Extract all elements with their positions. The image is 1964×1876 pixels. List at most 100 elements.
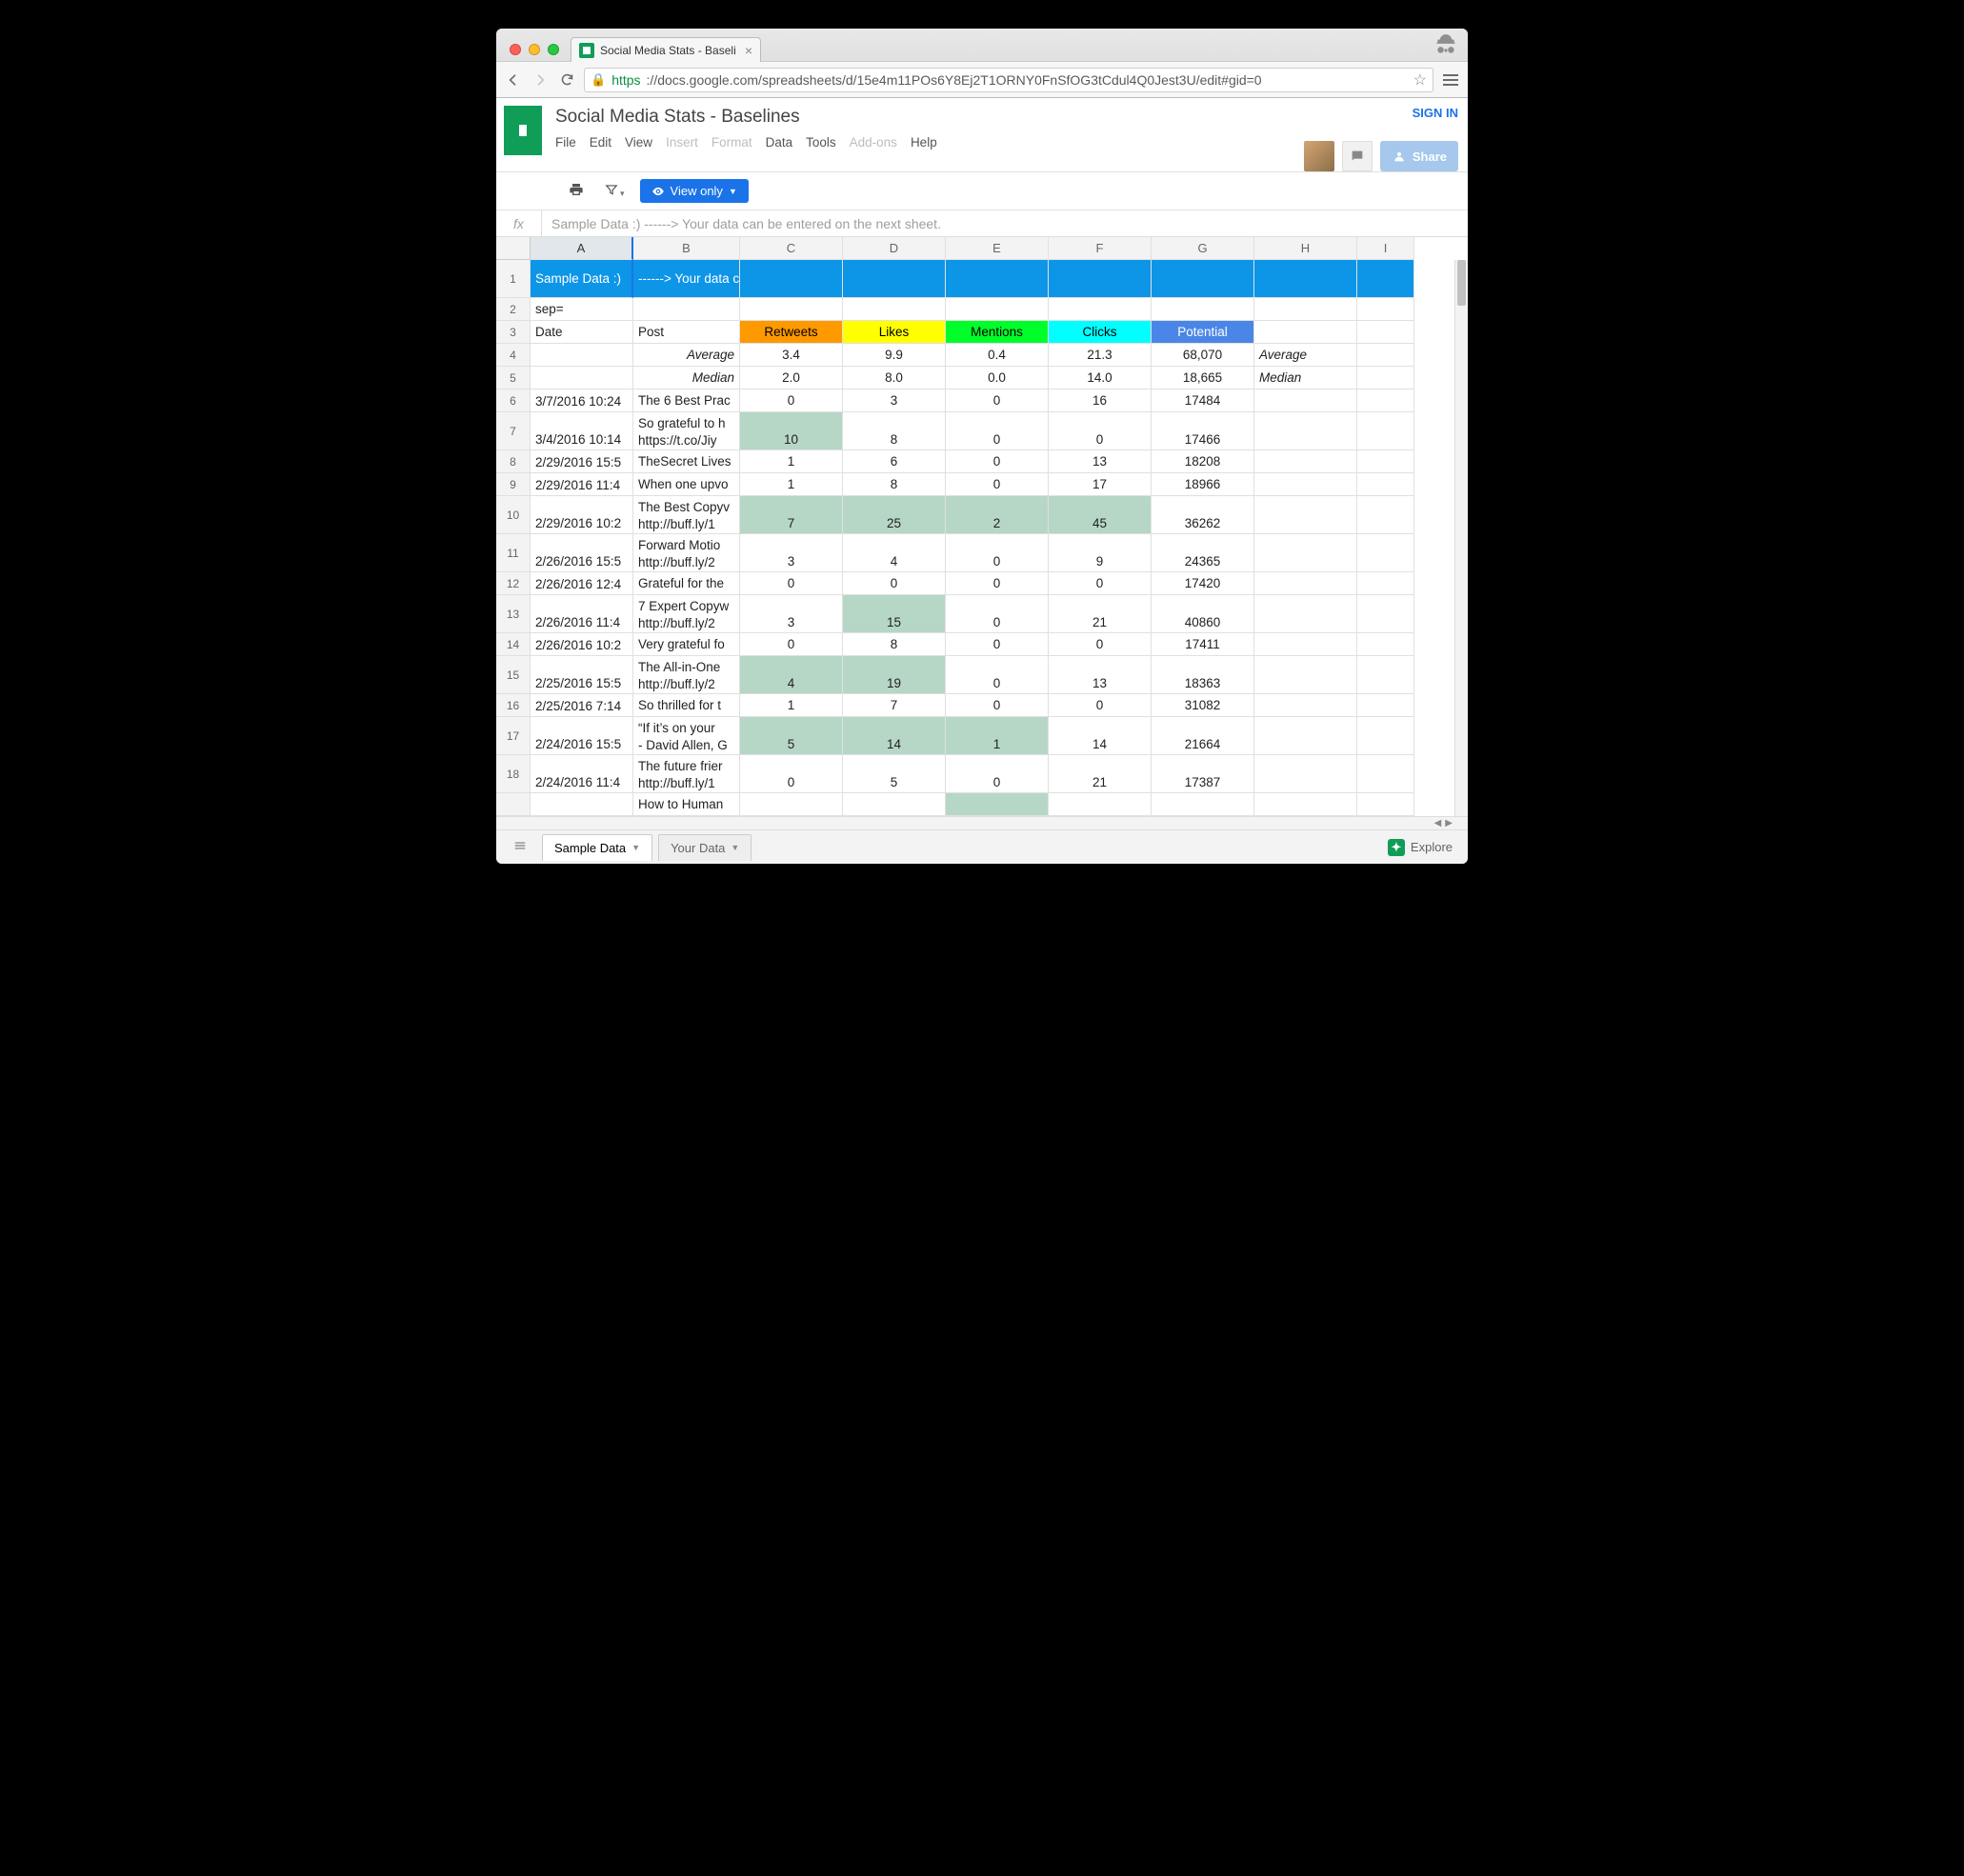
column-header[interactable]: B [633,237,740,260]
cell[interactable] [1254,260,1357,298]
cell[interactable] [740,793,843,816]
cell[interactable]: 0 [946,656,1049,694]
cell[interactable]: 7 [843,694,946,717]
menu-edit[interactable]: Edit [590,135,611,150]
cell[interactable]: 3 [740,534,843,572]
cell[interactable] [1357,496,1414,534]
cell[interactable] [1357,694,1414,717]
cell[interactable]: 0 [740,633,843,656]
cell[interactable]: 2/26/2016 12:4 [531,572,633,595]
cell[interactable] [1254,717,1357,755]
cell[interactable] [1357,633,1414,656]
cell[interactable]: 31082 [1152,694,1254,717]
cell[interactable]: 17420 [1152,572,1254,595]
cell[interactable]: 0 [946,572,1049,595]
cell[interactable] [531,367,633,389]
cell[interactable]: 10 [740,412,843,450]
cell[interactable]: 21664 [1152,717,1254,755]
menu-tools[interactable]: Tools [806,135,836,150]
sign-in-link[interactable]: SIGN IN [1413,106,1458,120]
cell[interactable]: 45 [1049,496,1152,534]
cell[interactable]: 9.9 [843,344,946,367]
cell[interactable]: 0 [1049,633,1152,656]
cell[interactable]: 8 [843,633,946,656]
cell[interactable] [1254,534,1357,572]
menu-help[interactable]: Help [911,135,937,150]
cell[interactable]: 2/26/2016 15:5 [531,534,633,572]
cell[interactable]: 3/7/2016 10:24 [531,389,633,412]
cell[interactable] [531,344,633,367]
column-header[interactable]: C [740,237,843,260]
row-header[interactable] [496,793,531,816]
cell[interactable] [1357,473,1414,496]
cell[interactable]: 25 [843,496,946,534]
cell[interactable] [1357,572,1414,595]
column-header[interactable]: F [1049,237,1152,260]
cell[interactable] [1357,450,1414,473]
cell[interactable]: The future frier http://buff.ly/1 [633,755,740,793]
cell[interactable] [946,793,1049,816]
row-header[interactable]: 14 [496,633,531,656]
cell[interactable]: 3.4 [740,344,843,367]
cell[interactable]: Median [1254,367,1357,389]
cell[interactable]: 2/25/2016 7:14 [531,694,633,717]
cell[interactable]: 14.0 [1049,367,1152,389]
chevron-down-icon[interactable]: ▼ [631,843,640,852]
row-header[interactable]: 13 [496,595,531,633]
cell[interactable]: 0.4 [946,344,1049,367]
cell[interactable]: ------> Your data can be entered on the … [633,260,740,298]
cell[interactable] [1357,298,1414,321]
cell[interactable] [1254,755,1357,793]
browser-tab[interactable]: Social Media Stats - Baseli × [571,37,761,62]
column-header[interactable]: E [946,237,1049,260]
column-header[interactable]: G [1152,237,1254,260]
fx-content[interactable]: Sample Data :) ------> Your data can be … [542,216,1468,231]
cell[interactable]: 17 [1049,473,1152,496]
cell[interactable]: “If it’s on your - David Allen, G [633,717,740,755]
cell[interactable]: 13 [1049,656,1152,694]
cell[interactable] [1357,755,1414,793]
cell[interactable]: 0 [946,755,1049,793]
cell[interactable]: 4 [843,534,946,572]
cell[interactable]: 7 [740,496,843,534]
cell[interactable]: 17484 [1152,389,1254,412]
cell[interactable]: 19 [843,656,946,694]
cell[interactable] [1254,412,1357,450]
maximize-window-button[interactable] [548,44,559,55]
row-header[interactable]: 1 [496,260,531,298]
menu-data[interactable]: Data [766,135,793,150]
scrollbar-thumb[interactable] [1457,260,1466,306]
cell[interactable]: 2/29/2016 11:4 [531,473,633,496]
cell[interactable]: Likes [843,321,946,344]
row-header[interactable]: 5 [496,367,531,389]
cell[interactable]: 13 [1049,450,1152,473]
cell[interactable]: 18363 [1152,656,1254,694]
row-header[interactable]: 15 [496,656,531,694]
all-sheets-button[interactable] [504,835,536,859]
cell[interactable]: The Best Copyv http://buff.ly/1 [633,496,740,534]
cell[interactable]: 4 [740,656,843,694]
vertical-scrollbar[interactable] [1454,260,1468,816]
row-header[interactable]: 6 [496,389,531,412]
cell[interactable] [1254,389,1357,412]
cell[interactable]: 2 [946,496,1049,534]
cell[interactable] [1254,656,1357,694]
cell[interactable]: Mentions [946,321,1049,344]
cell[interactable]: 0 [946,534,1049,572]
row-header[interactable]: 2 [496,298,531,321]
cell[interactable]: Median [633,367,740,389]
cell[interactable] [1049,298,1152,321]
cell[interactable] [1357,389,1414,412]
horizontal-scrollbar[interactable]: ◀▶ [496,816,1468,829]
cell[interactable]: 2/25/2016 15:5 [531,656,633,694]
close-window-button[interactable] [510,44,521,55]
cell[interactable] [946,260,1049,298]
column-header[interactable]: I [1357,237,1414,260]
cell[interactable]: 21 [1049,755,1152,793]
cell[interactable] [1357,595,1414,633]
cell[interactable]: 16 [1049,389,1152,412]
share-button[interactable]: Share [1380,141,1458,171]
cell[interactable]: 7 Expert Copyw http://buff.ly/2 [633,595,740,633]
cell[interactable]: Average [633,344,740,367]
column-header[interactable]: A [531,237,633,260]
